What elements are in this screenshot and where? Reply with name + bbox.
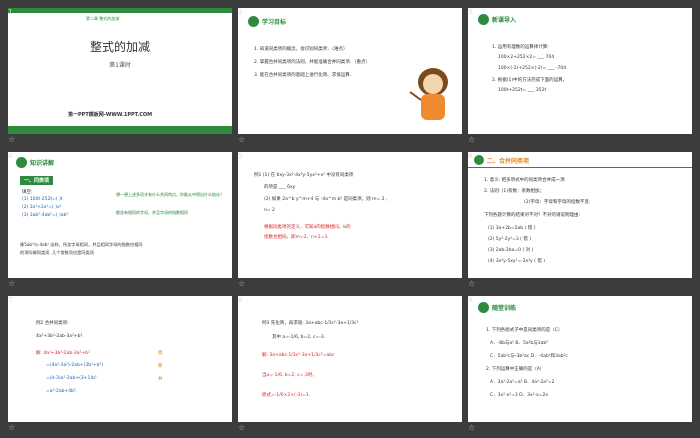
slide-subtitle: 第1课时 bbox=[109, 62, 131, 69]
bottom-band bbox=[8, 126, 232, 134]
transition-icon[interactable]: ☆ bbox=[8, 279, 15, 288]
slide-header: 知识讲解 bbox=[16, 157, 54, 168]
transition-icon[interactable]: ☆ bbox=[468, 423, 475, 432]
slide-header: 学习目标 bbox=[248, 16, 286, 27]
slide-header: 二、合并同类项 bbox=[468, 152, 692, 168]
slide-number: 5 bbox=[238, 152, 243, 160]
section-tag: 一、同类项 bbox=[20, 176, 54, 185]
slide-thumbnail-7[interactable]: 例2 合并同类项: 4a²+3b²-2ab-3a²+b². 解: 4a²+3b²… bbox=[8, 296, 232, 422]
slide-number: 1 bbox=[8, 8, 13, 16]
objective-2: 2. 掌握合并同类项的法则，并能准确合并同类项．（重点） bbox=[254, 60, 370, 65]
slide-thumbnail-9[interactable]: 随堂训练 1. 下列各组式子中是同类项的是（C） A．-8b与a² B．5a²b… bbox=[468, 296, 692, 422]
transition-icon[interactable]: ☆ bbox=[8, 135, 15, 144]
slide-thumbnail-4[interactable]: 知识讲解 一、同类项 填空: (1) 100t-252t=( )t (2) 3x… bbox=[8, 152, 232, 278]
slide-number: 4 bbox=[8, 152, 13, 160]
slide-thumbnail-5[interactable]: 例1 (1) 在 6xy-3x²-4x²y-5yx²+x² 中没有同类项 的项是… bbox=[238, 152, 462, 278]
slide-thumbnail-8[interactable]: 例3 先化简，再求值: 3a+abc-1/3c²-3a+1/3c² 其中 a=-… bbox=[238, 296, 462, 422]
slide-number: 8 bbox=[238, 296, 243, 304]
header-dot-icon bbox=[248, 16, 259, 27]
transition-icon[interactable]: ☆ bbox=[468, 135, 475, 144]
transition-icon[interactable]: ☆ bbox=[238, 135, 245, 144]
header-dot-icon bbox=[474, 155, 484, 165]
transition-icon[interactable]: ☆ bbox=[468, 279, 475, 288]
side-step-2: 移 bbox=[158, 364, 163, 369]
transition-icon[interactable]: ☆ bbox=[238, 423, 245, 432]
header-dot-icon bbox=[478, 302, 489, 313]
slide-header: 新课导入 bbox=[478, 14, 516, 25]
side-step-1: 找 bbox=[158, 351, 163, 356]
chapter-tag: 第二章 整式的加减 bbox=[86, 16, 120, 21]
header-dot-icon bbox=[478, 14, 489, 25]
slide-header: 随堂训练 bbox=[478, 302, 516, 313]
slide-number: 2 bbox=[238, 8, 243, 16]
slide-thumbnail-1[interactable]: 第二章 整式的加减 整式的加减 第1课时 第一PPT模板网-WWW.1PPT.C… bbox=[8, 8, 232, 134]
slide-thumbnail-2[interactable]: 学习目标 1. 知道同类项的概念，会识别同类项．（难点） 2. 掌握合并同类项的… bbox=[238, 8, 462, 134]
slide-thumbnail-6[interactable]: 二、合并同类项 1. 意义: 把多项式中的同类项合并成一项. 2. 法则: (1… bbox=[468, 152, 692, 278]
top-band bbox=[8, 8, 232, 13]
objective-3: 3. 能在合并同类项的基础上进行化简、求值运算． bbox=[254, 73, 355, 78]
slide-title: 整式的加减 bbox=[89, 40, 150, 54]
objective-1: 1. 知道同类项的概念，会识别同类项．（难点） bbox=[254, 47, 348, 52]
website-label: 第一PPT模板网-WWW.1PPT.COM bbox=[68, 112, 153, 118]
slide-number: 7 bbox=[8, 296, 13, 304]
header-dot-icon bbox=[16, 157, 27, 168]
teacher-illustration bbox=[409, 68, 448, 120]
slide-number: 9 bbox=[468, 296, 473, 304]
side-step-3: 并 bbox=[158, 377, 163, 382]
slide-number: 3 bbox=[468, 8, 473, 16]
transition-icon[interactable]: ☆ bbox=[8, 423, 15, 432]
slide-number: 6 bbox=[468, 152, 473, 160]
transition-icon[interactable]: ☆ bbox=[238, 279, 245, 288]
slide-thumbnail-3[interactable]: 新课导入 1. 运用有理数的运算律计算: 100×2+252×2= ___ 70… bbox=[468, 8, 692, 134]
